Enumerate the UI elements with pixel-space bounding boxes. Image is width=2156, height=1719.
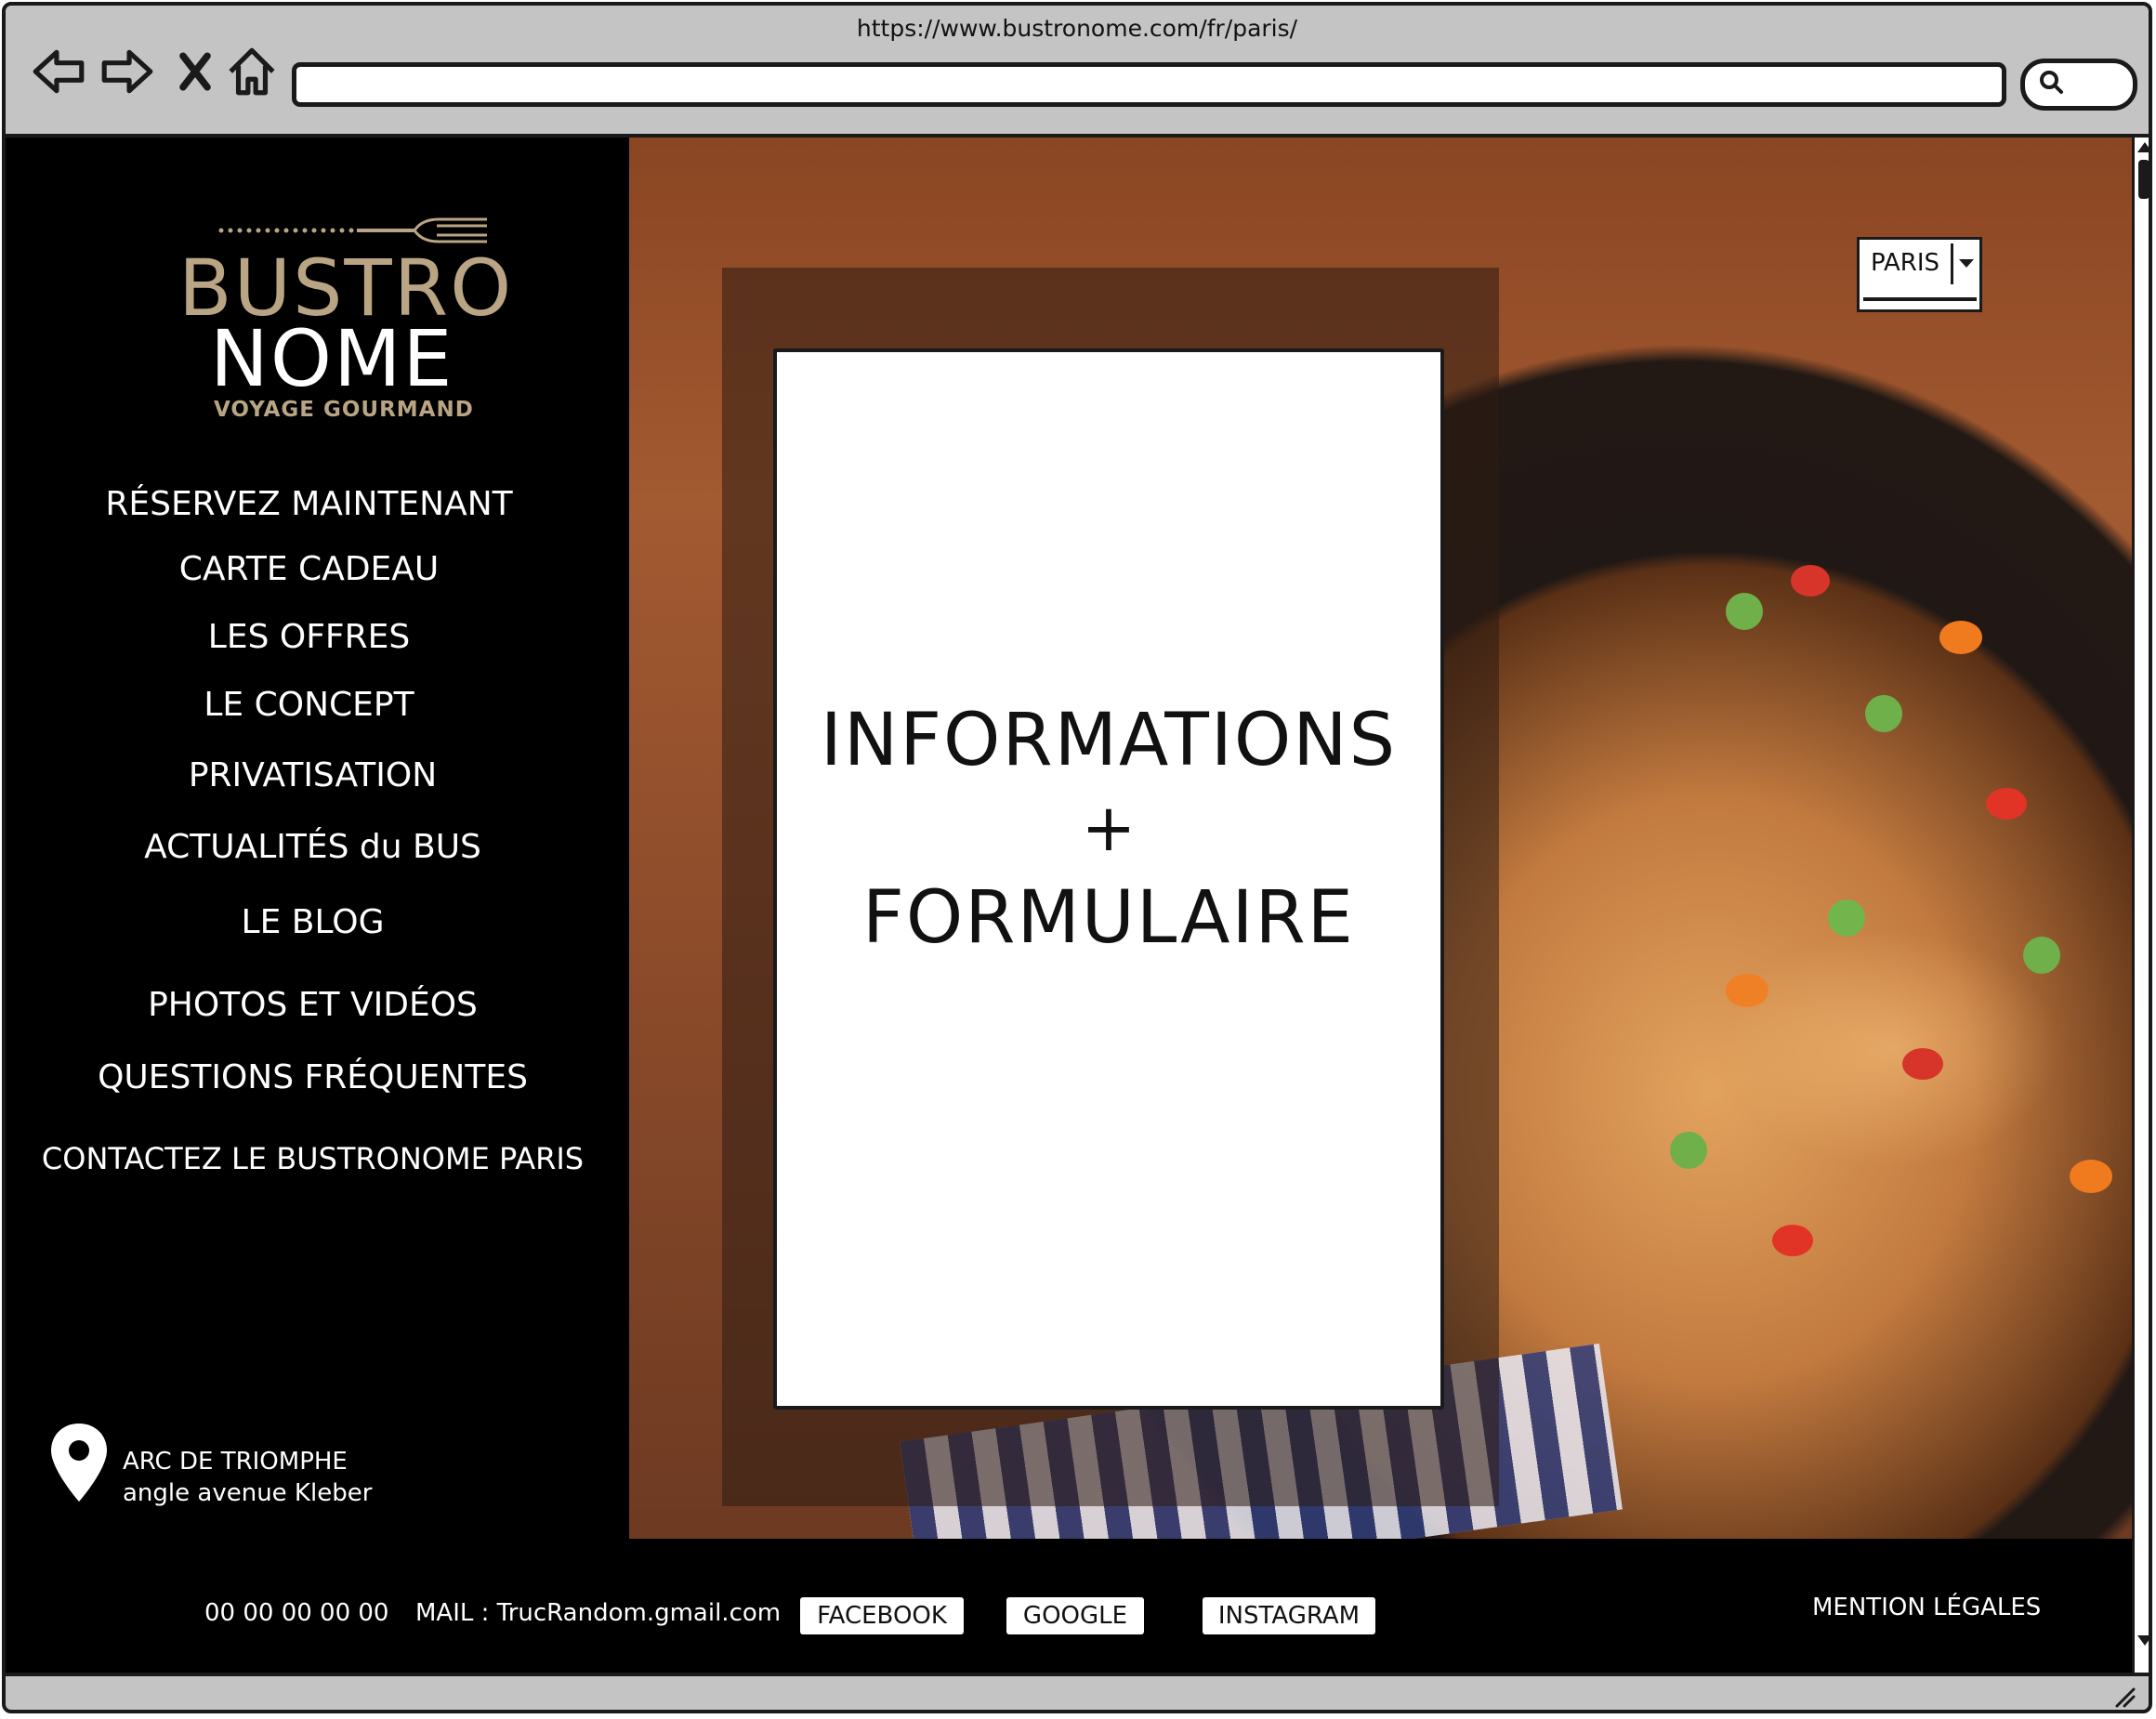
card-line-informations: INFORMATIONS [820, 699, 1398, 782]
nav-privatisation[interactable]: PRIVATISATION [6, 756, 640, 794]
instagram-button[interactable]: INSTAGRAM [1203, 1597, 1375, 1634]
pepper [1986, 788, 2027, 820]
address-line1: ARC DE TRIOMPHE [123, 1448, 348, 1476]
pepper [1791, 565, 1830, 597]
address-bar[interactable] [292, 62, 2006, 107]
address-line2: angle avenue Kleber [123, 1479, 373, 1507]
logo-line2: NOME [210, 313, 454, 404]
scroll-up-icon[interactable] [2136, 139, 2152, 154]
back-arrow-icon[interactable] [30, 43, 87, 100]
footer-legal[interactable]: MENTION LÉGALES [1812, 1594, 2041, 1621]
forward-arrow-icon[interactable] [99, 43, 156, 100]
city-select-underline [1863, 297, 1977, 301]
nav-carte-cadeau[interactable]: CARTE CADEAU [6, 550, 637, 588]
card-line-formulaire: FORMULAIRE [862, 876, 1355, 960]
nav-actualites[interactable]: ACTUALITÉS du BUS [6, 828, 640, 866]
home-icon[interactable] [223, 43, 281, 100]
browser-toolbar: https://www.bustronome.com/fr/paris/ [6, 6, 2149, 138]
city-select-toggle[interactable] [1951, 243, 1979, 284]
carrot [1939, 621, 1982, 654]
footer-mail[interactable]: MAIL : TrucRandom.gmail.com [415, 1599, 781, 1627]
nav-offres[interactable]: LES OFFRES [6, 618, 637, 656]
vertical-scrollbar[interactable] [2132, 138, 2152, 1673]
search-icon [2040, 71, 2063, 94]
fork-icon [218, 217, 487, 243]
city-select[interactable]: PARIS [1857, 237, 1982, 312]
browser-window: https://www.bustronome.com/fr/paris/ BUS… [2, 2, 2152, 1713]
pea [1726, 593, 1763, 630]
nav-concept[interactable]: LE CONCEPT [6, 686, 637, 724]
pea [1865, 695, 1902, 732]
scroll-down-icon[interactable] [2136, 1634, 2152, 1648]
browser-search-button[interactable] [2020, 59, 2137, 111]
carrot [1726, 974, 1768, 1007]
pepper [1902, 1048, 1943, 1080]
resize-grip-icon[interactable] [2113, 1686, 2137, 1710]
info-form-card[interactable]: INFORMATIONS + FORMULAIRE [773, 348, 1444, 1410]
status-bar [6, 1673, 2149, 1710]
pepper [1772, 1225, 1813, 1256]
nav-blog[interactable]: LE BLOG [6, 903, 640, 941]
pea [1828, 899, 1865, 937]
pea [1670, 1132, 1707, 1169]
carrot [2070, 1160, 2112, 1193]
nav-contact[interactable]: CONTACTEZ LE BUSTRONOME PARIS [6, 1141, 640, 1176]
footer-phone: 00 00 00 00 00 [204, 1599, 389, 1627]
chevron-down-icon [1959, 259, 1974, 268]
bustronome-logo[interactable]: BUSTRO NOME VOYAGE GOURMAND [169, 210, 511, 429]
logo-tagline: VOYAGE GOURMAND [214, 398, 474, 422]
pea [2023, 937, 2060, 974]
nav-questions[interactable]: QUESTIONS FRÉQUENTES [6, 1058, 640, 1096]
stop-icon[interactable] [169, 43, 221, 100]
card-line-plus: + [1081, 790, 1137, 866]
page-url: https://www.bustronome.com/fr/paris/ [856, 15, 1298, 42]
nav-photos-videos[interactable]: PHOTOS ET VIDÉOS [6, 986, 640, 1024]
google-button[interactable]: GOOGLE [1006, 1597, 1144, 1634]
facebook-button[interactable]: FACEBOOK [800, 1597, 964, 1634]
location-pin-icon [51, 1424, 107, 1502]
nav-reservez[interactable]: RÉSERVEZ MAINTENANT [6, 485, 637, 523]
city-select-value: PARIS [1871, 249, 1940, 277]
scroll-thumb[interactable] [2138, 160, 2149, 199]
